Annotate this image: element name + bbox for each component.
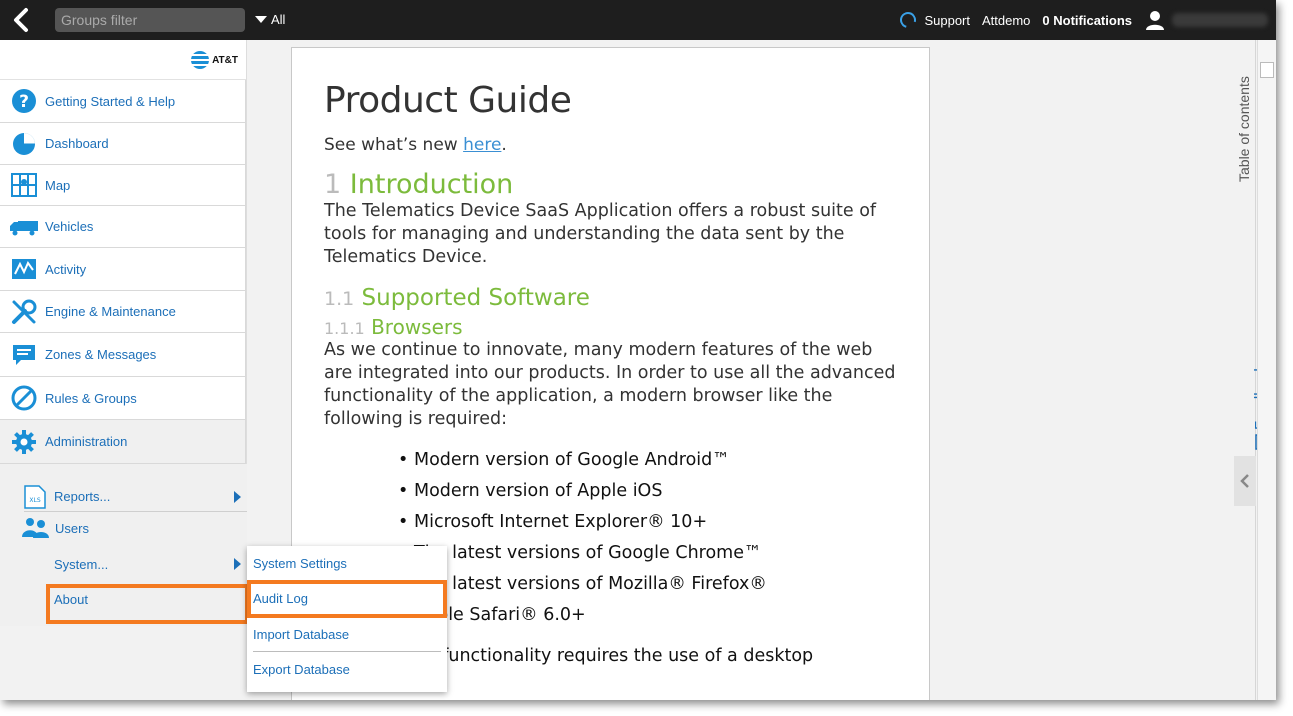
whats-new-line: See what’s new here. (324, 135, 904, 155)
wrench-icon (10, 299, 38, 325)
sidebar-item-label: Zones & Messages (45, 347, 157, 362)
sidebar-item-dashboard[interactable]: Dashboard (0, 123, 246, 165)
back-button[interactable] (6, 6, 36, 34)
sidebar-item-engine-maintenance[interactable]: Engine & Maintenance (0, 291, 246, 333)
section-heading-browsers: 1.1.1 Browsers (324, 315, 904, 339)
brand-row: AT&T (0, 40, 246, 80)
section-title: Supported Software (361, 285, 590, 311)
support-link[interactable]: Support (924, 13, 970, 28)
caret-right-icon (234, 558, 241, 570)
submenu-reports-label: Reports... (54, 489, 111, 504)
list-item: The latest versions of Google Chrome™ (398, 538, 904, 569)
system-submenu-popup: System Settings Audit Log Import Databas… (247, 546, 447, 692)
activity-chart-icon (10, 256, 38, 282)
user-icon[interactable] (1144, 9, 1166, 31)
toc-collapse-button[interactable] (1234, 456, 1256, 506)
whats-new-text: See what’s new (324, 135, 464, 155)
sidebar: AT&T ? Getting Started & Help Dashboard … (0, 40, 249, 626)
list-item: Microsoft Internet Explorer® 10+ (398, 507, 904, 538)
section-heading-supported-software: 1.1 Supported Software (324, 285, 904, 311)
sidebar-item-label: Vehicles (45, 219, 94, 234)
document-title: Product Guide (324, 80, 572, 121)
pie-chart-icon (10, 131, 38, 157)
sidebar-item-getting-started[interactable]: ? Getting Started & Help (0, 80, 246, 123)
browsers-paragraph: As we continue to innovate, many modern … (324, 340, 896, 429)
vertical-scrollbar[interactable] (1257, 40, 1276, 700)
table-of-contents-tab[interactable]: Table of contents (1236, 76, 1252, 182)
submenu-users-label: Users (55, 520, 89, 536)
svg-text:?: ? (19, 92, 29, 112)
list-item: The latest versions of Mozilla® Firefox® (398, 569, 904, 600)
gear-icon (10, 429, 38, 455)
map-icon (10, 172, 38, 198)
truck-icon (10, 214, 38, 240)
whats-new-link[interactable]: here (463, 135, 501, 155)
account-name[interactable]: Attdemo (982, 13, 1030, 28)
list-item: Apple Safari® 6.0+ (398, 600, 904, 631)
administration-submenu: XLS Reports... Users System... About (0, 464, 249, 626)
chevron-left-icon (1240, 474, 1249, 488)
introduction-paragraph: The Telematics Device SaaS Application o… (324, 201, 877, 267)
menu-item-label: Export Database (253, 662, 350, 677)
message-icon (10, 342, 38, 368)
att-logo-text: AT&T (212, 54, 238, 66)
support-icon (897, 9, 920, 31)
system-highlight-box (46, 584, 249, 624)
menu-item-import-database[interactable]: Import Database (253, 617, 441, 652)
top-right-controls: Support Attdemo 0 Notifications (897, 0, 1276, 40)
sidebar-item-label: Engine & Maintenance (45, 304, 176, 319)
svg-text:XLS: XLS (29, 497, 40, 504)
sidebar-item-map[interactable]: Map (0, 165, 246, 206)
section-number: 1.1 (324, 288, 355, 310)
notifications-link[interactable]: 0 Notifications (1042, 13, 1132, 28)
groups-dropdown[interactable]: All (255, 12, 285, 27)
submenu-reports[interactable]: XLS Reports... (24, 482, 247, 512)
section-title: Browsers (371, 315, 463, 339)
sidebar-item-label: Dashboard (45, 136, 109, 151)
sidebar-item-activity[interactable]: Activity (0, 248, 246, 291)
whats-new-suffix: . (501, 135, 507, 155)
menu-item-system-settings[interactable]: System Settings (253, 546, 441, 581)
sidebar-item-administration[interactable]: Administration (0, 420, 246, 464)
app-window: All Support Attdemo 0 Notifications AT&T… (0, 0, 1276, 700)
menu-item-label: Import Database (253, 626, 350, 642)
help-icon: ? (10, 88, 38, 114)
caret-right-icon (234, 491, 241, 503)
list-item: Modern version of Google Android™ (398, 445, 904, 476)
users-icon (22, 518, 49, 538)
sidebar-item-label: Rules & Groups (45, 390, 137, 406)
user-name-redacted (1172, 13, 1268, 27)
submenu-users[interactable]: Users (22, 516, 89, 540)
menu-item-export-database[interactable]: Export Database (253, 652, 441, 687)
list-item: Modern version of Apple iOS (398, 476, 904, 507)
att-logo: AT&T (191, 51, 238, 69)
rules-icon (10, 385, 38, 411)
sidebar-item-label: Map (45, 177, 71, 193)
sidebar-item-zones-messages[interactable]: Zones & Messages (0, 333, 246, 377)
sidebar-item-label: Administration (45, 434, 128, 449)
caret-down-icon (255, 16, 267, 23)
sidebar-item-vehicles[interactable]: Vehicles (0, 206, 246, 248)
groups-filter-input[interactable] (55, 8, 245, 32)
menu-item-label: System Settings (253, 555, 347, 571)
section-heading-introduction: 1 Introduction (324, 169, 904, 200)
att-globe-icon (191, 51, 210, 69)
groups-dropdown-value: All (271, 12, 286, 27)
scrollbar-thumb[interactable] (1260, 62, 1274, 78)
section-title: Introduction (349, 169, 514, 200)
sidebar-item-label: Getting Started & Help (45, 93, 176, 109)
section-number: 1.1.1 (324, 319, 365, 338)
chevron-left-icon (14, 8, 28, 32)
section-number: 1 (324, 169, 342, 200)
submenu-system-label: System... (54, 556, 109, 572)
sidebar-item-label: Activity (45, 261, 87, 277)
audit-log-highlight-box (247, 580, 447, 618)
submenu-system[interactable]: System... (54, 552, 244, 576)
top-bar: All Support Attdemo 0 Notifications (0, 0, 1276, 40)
browser-list: Modern version of Google Android™ Modern… (398, 445, 904, 631)
sidebar-item-rules-groups[interactable]: Rules & Groups (0, 377, 246, 420)
xls-file-icon: XLS (24, 484, 46, 509)
